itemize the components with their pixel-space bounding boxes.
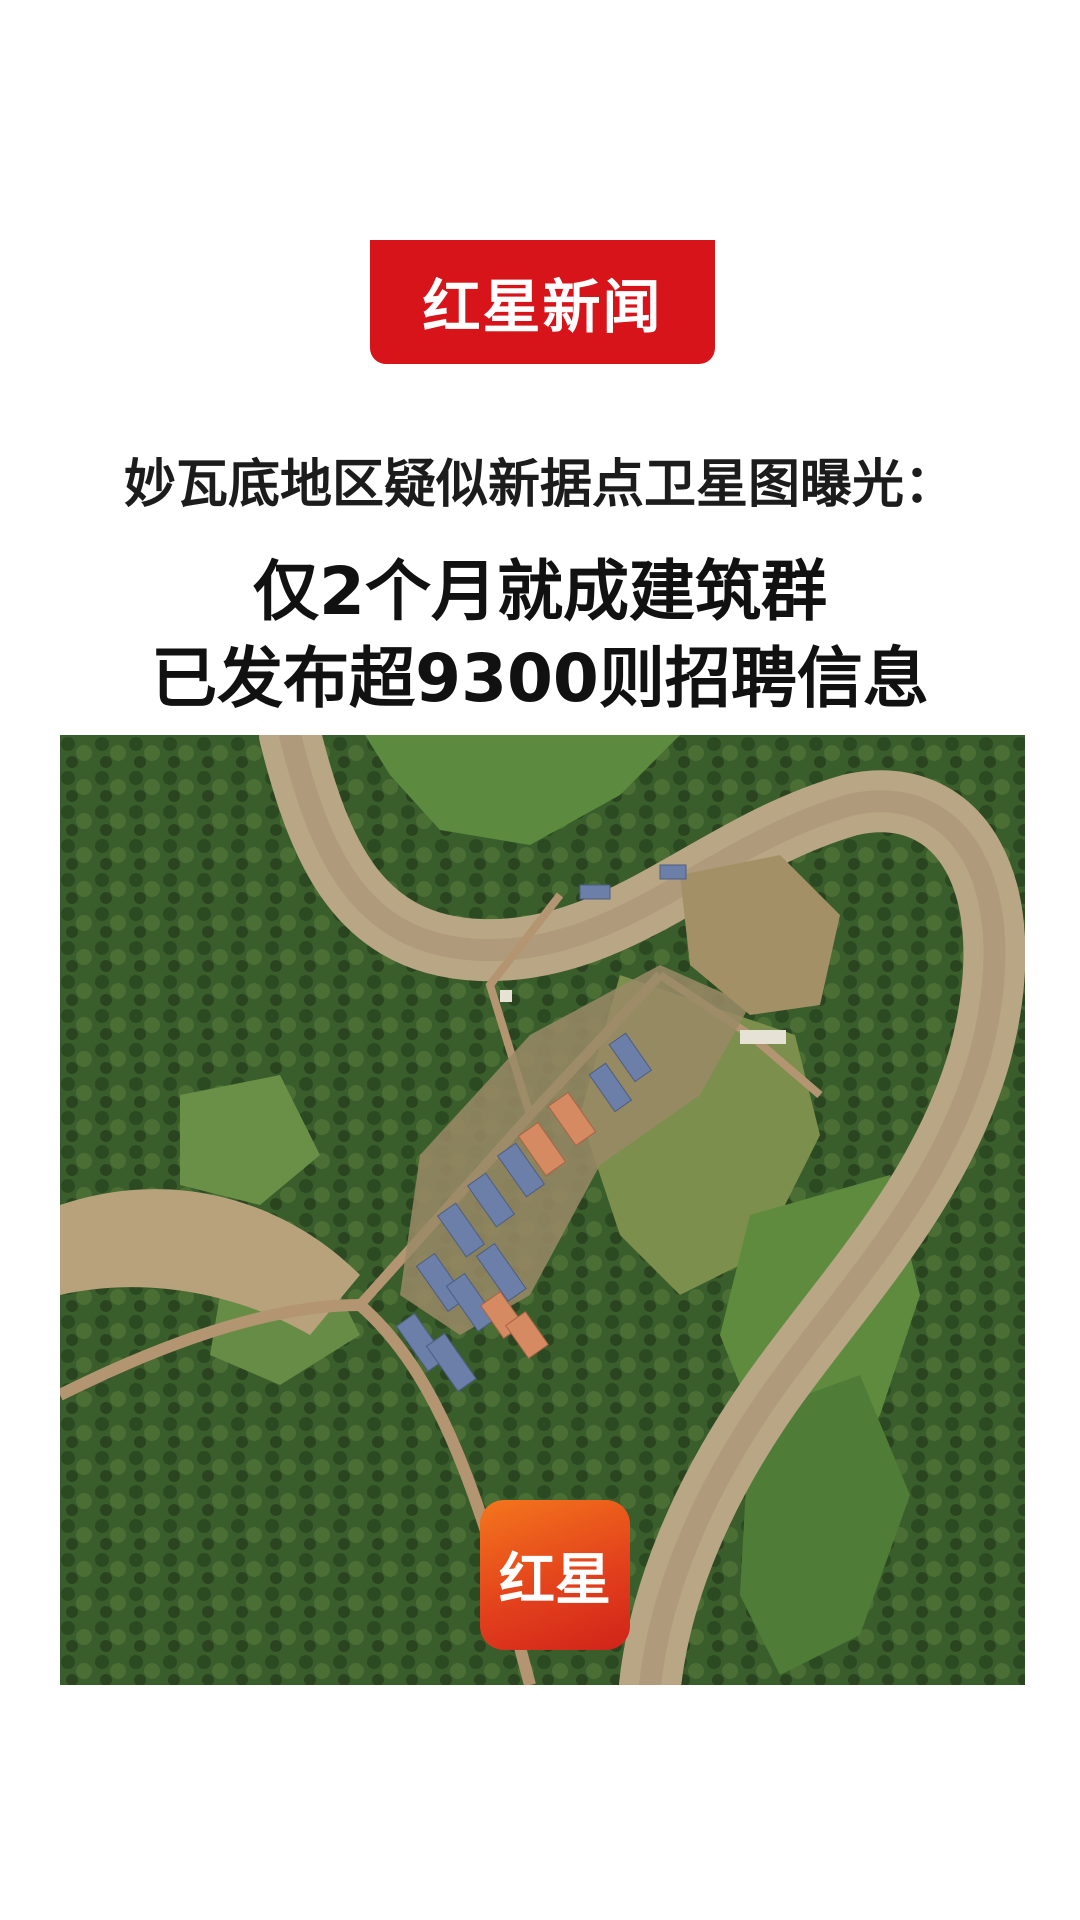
brand-watermark: 红星 (480, 1500, 630, 1650)
article-subtitle: 妙瓦底地区疑似新据点卫星图曝光： (123, 455, 956, 515)
headline-line-1: 仅2个月就成建筑群 (253, 553, 827, 630)
headline-line-2: 已发布超9300则招聘信息 (151, 640, 929, 717)
watermark-text: 红星 (499, 1546, 611, 1613)
brand-logo-text: 红星新闻 (422, 273, 663, 341)
brand-logo-banner: 红星新闻 (370, 240, 715, 364)
